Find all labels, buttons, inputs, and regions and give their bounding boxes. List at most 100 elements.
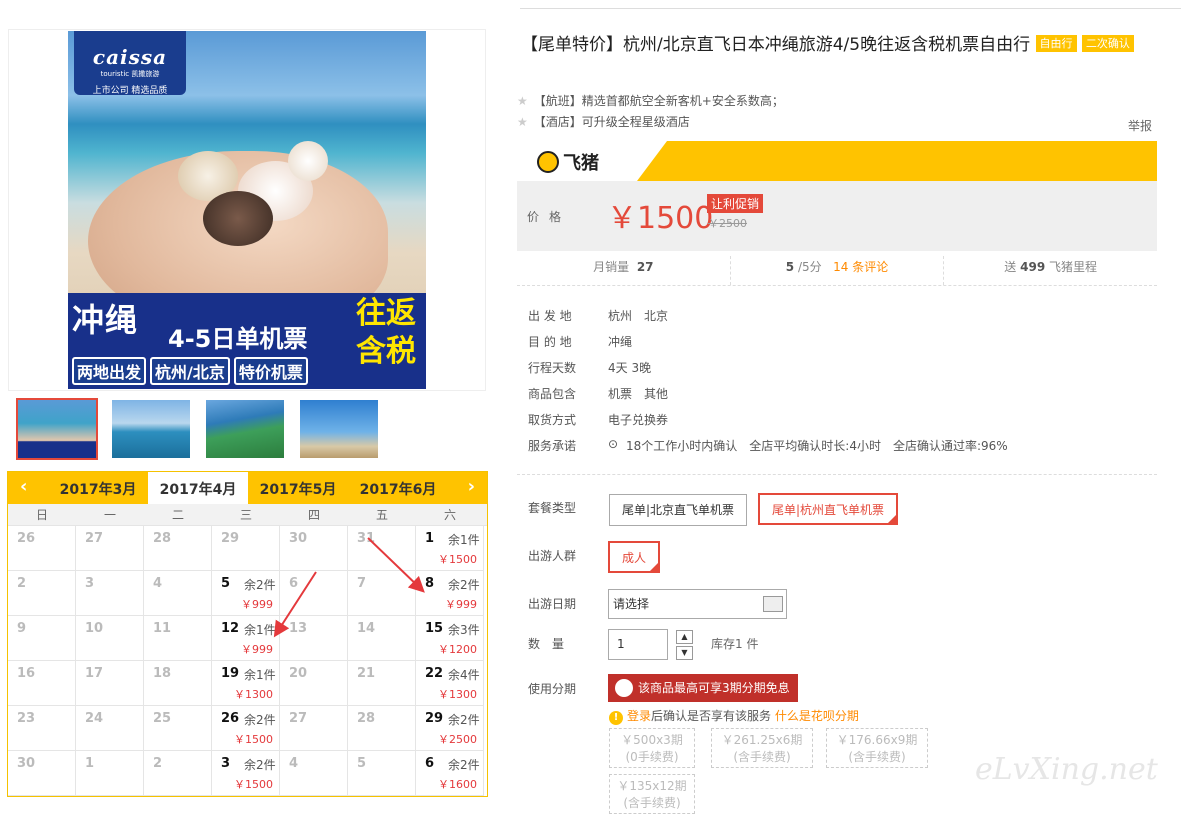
calendar-day[interactable]: 5 余2件 ￥999 <box>212 571 280 616</box>
installment-option[interactable]: ￥261.25x6期 (含手续费) <box>711 728 813 768</box>
login-link[interactable]: 登录 <box>627 709 651 723</box>
product-title: 【尾单特价】杭州/北京直飞日本冲绳旅游4/5晚往返含税机票自由行 自由行 二次确… <box>521 33 1161 58</box>
remaining-stock: 余2件 <box>448 578 480 592</box>
calendar-day[interactable]: 12 余1件 ￥999 <box>212 616 280 661</box>
installment-option[interactable]: ￥176.66x9期 (含手续费) <box>826 728 928 768</box>
info-row-service: 服务承诺 ⊙ 18个工作小时内确认 全店平均确认时长:4小时 全店确认通过率:96% <box>528 437 1008 453</box>
day-price: ￥1300 <box>438 688 477 701</box>
huabei-installment-button[interactable]: 该商品最高可享3期分期免息 <box>608 674 798 702</box>
day-number: 21 <box>357 666 376 681</box>
day-number: 10 <box>85 621 104 636</box>
day-number: 28 <box>153 531 172 546</box>
day-number: 31 <box>357 531 376 546</box>
watermark: eLvXing.net <box>975 752 1158 787</box>
traveler-option-adult[interactable]: 成人 <box>608 541 661 573</box>
feizhu-banner: 飞猪 <box>517 141 1157 181</box>
package-option-hangzhou[interactable]: 尾单|杭州直飞单机票 <box>758 493 899 525</box>
rating[interactable]: 5 /5分 14 条评论 <box>731 256 945 285</box>
promo-badge: 让利促销 <box>707 194 764 213</box>
calendar-day[interactable]: 15 余3件 ￥1200 <box>416 616 484 661</box>
day-number: 23 <box>17 711 36 726</box>
calendar-day[interactable]: 3 余2件 ￥1500 <box>212 751 280 796</box>
installment-option[interactable]: ￥135x12期 (含手续费) <box>609 774 695 814</box>
poster-subhead: 4-5日单机票 <box>168 325 308 353</box>
feature-hotel: ★ 【酒店】可升级全程星级酒店 <box>517 115 690 129</box>
remaining-stock: 余3件 <box>448 623 480 637</box>
next-month-icon[interactable]: › <box>468 476 475 497</box>
day-number: 30 <box>289 531 308 546</box>
day-number: 2 <box>153 756 163 771</box>
poster-side-text: 往返 含税 <box>356 296 416 369</box>
alert-icon: ! <box>609 711 623 725</box>
package-option-beijing[interactable]: 尾单|北京直飞单机票 <box>609 494 748 526</box>
section-divider <box>517 474 1157 475</box>
main-product-image[interactable]: caissa touristic 凯撒旅游 上市公司 精选品质 冲绳 4-5日单… <box>8 29 486 391</box>
prev-month-icon[interactable]: ‹ <box>20 476 27 497</box>
price-box: 价格 ￥1500 让利促销 ￥2500 <box>517 181 1157 251</box>
quantity-down-icon[interactable]: ▼ <box>676 646 693 660</box>
poster-tag: 杭州/北京 <box>150 357 230 385</box>
poster-image: caissa touristic 凯撒旅游 上市公司 精选品质 冲绳 4-5日单… <box>68 31 426 389</box>
day-number: 1 <box>85 756 95 771</box>
huabei-help-link[interactable]: 什么是花呗分期 <box>775 709 859 723</box>
calendar-icon[interactable] <box>763 596 783 612</box>
calendar-day[interactable]: 22 余4件 ￥1300 <box>416 661 484 706</box>
calendar-day: 16 <box>8 661 76 706</box>
month-tab[interactable]: 2017年3月 <box>48 472 148 504</box>
calendar-day[interactable]: 6 余2件 ￥1600 <box>416 751 484 796</box>
calendar-day: 14 <box>348 616 416 661</box>
calendar-day: 30 <box>280 526 348 571</box>
month-tab[interactable]: 2017年4月 <box>148 472 248 504</box>
month-tab[interactable]: 2017年6月 <box>348 472 448 504</box>
weekday-label: 六 <box>443 508 456 522</box>
calendar-day[interactable]: 26 余2件 ￥1500 <box>212 706 280 751</box>
date-picker-input[interactable]: 请选择 <box>608 589 787 619</box>
calendar-day: 9 <box>8 616 76 661</box>
traveler-label: 出游人群 <box>528 549 577 563</box>
quantity-up-icon[interactable]: ▲ <box>676 630 693 644</box>
feature-flight: ★ 【航班】精选首都航空全新客机+安全系数高； <box>517 94 784 108</box>
thumbnail[interactable] <box>298 398 380 460</box>
day-price: ￥1500 <box>234 778 273 791</box>
calendar-day: 29 <box>212 526 280 571</box>
monthly-sales: 月销量 27 <box>517 256 731 285</box>
remaining-stock: 余2件 <box>244 758 276 772</box>
thumbnail[interactable] <box>16 398 98 460</box>
quantity-input[interactable]: 1 <box>608 629 668 660</box>
price-label: 价格 <box>527 210 572 224</box>
calendar-weekdays: 日一二三四五六 <box>8 504 487 526</box>
calendar-day[interactable]: 19 余1件 ￥1300 <box>212 661 280 706</box>
report-link[interactable]: 举报 <box>1128 117 1152 134</box>
month-tab[interactable]: 2017年5月 <box>248 472 348 504</box>
pig-icon <box>537 151 559 173</box>
installment-option[interactable]: ￥500x3期 (0手续费) <box>609 728 695 768</box>
star-icon: ★ <box>517 115 528 129</box>
remaining-stock: 余2件 <box>448 758 480 772</box>
thumbnail[interactable] <box>204 398 286 460</box>
day-number: 1 <box>425 531 435 546</box>
calendar-day[interactable]: 1 余1件 ￥1500 <box>416 526 484 571</box>
thumbnail-strip <box>16 398 380 460</box>
departure-calendar: ‹ 2017年3月 2017年4月 2017年5月 2017年6月 › 日 一 二 三 四 五 六… <box>7 471 488 797</box>
info-row-destination: 目 的 地冲绳 <box>528 335 633 349</box>
calendar-day: 26 <box>8 526 76 571</box>
info-row-delivery: 取货方式 电子兑换券 <box>528 413 669 427</box>
calendar-day[interactable]: 29 余2件 ￥2500 <box>416 706 484 751</box>
day-number: 5 <box>357 756 367 771</box>
day-number: 3 <box>221 756 231 771</box>
day-number: 24 <box>85 711 104 726</box>
weekday-label: 一 <box>103 508 116 522</box>
day-price: ￥1500 <box>234 733 273 746</box>
day-number: 14 <box>357 621 376 636</box>
calendar-day[interactable]: 8 余2件 ￥999 <box>416 571 484 616</box>
thumbnail[interactable] <box>110 398 192 460</box>
calendar-day: 24 <box>76 706 144 751</box>
calendar-day: 27 <box>280 706 348 751</box>
package-label: 套餐类型 <box>528 501 577 515</box>
calendar-day: 27 <box>76 526 144 571</box>
day-number: 13 <box>289 621 308 636</box>
date-label: 出游日期 <box>528 597 577 611</box>
remaining-stock: 余1件 <box>244 623 276 637</box>
poster-tag: 特价机票 <box>233 357 308 385</box>
day-number: 18 <box>153 666 172 681</box>
